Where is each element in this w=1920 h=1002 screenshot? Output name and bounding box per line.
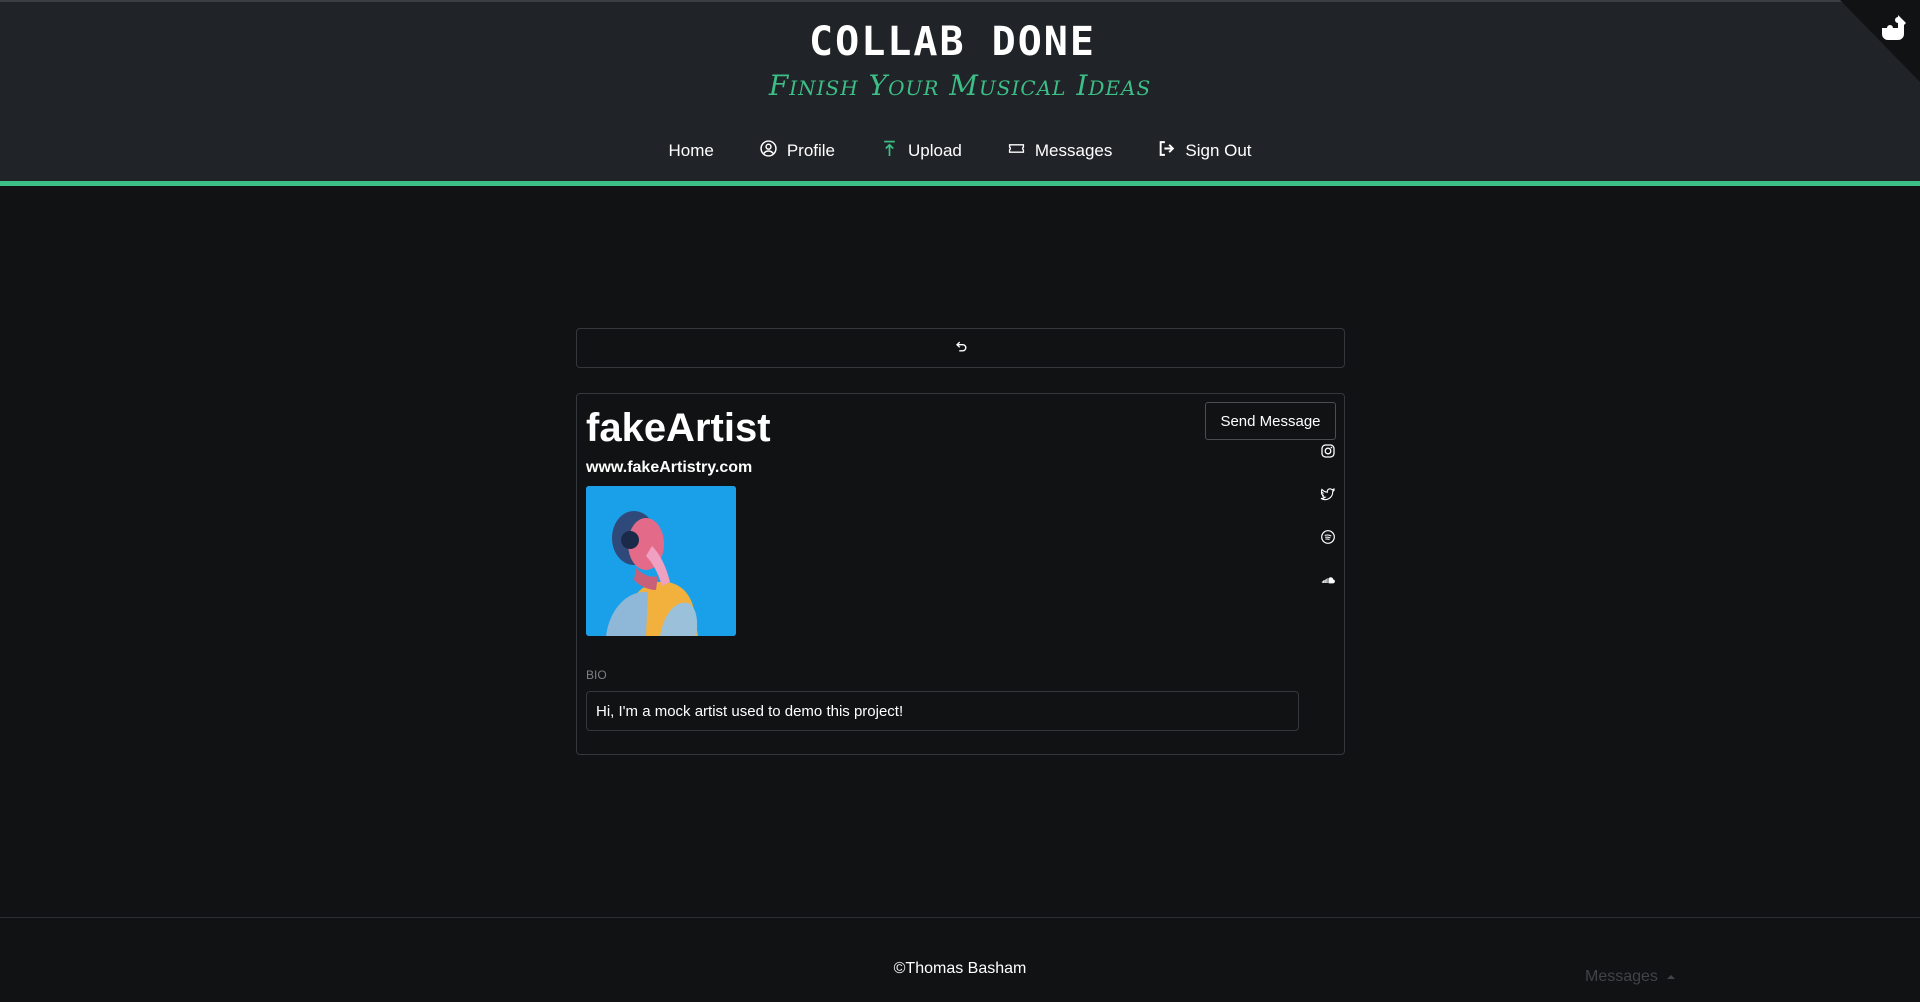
nav-messages[interactable]: Messages xyxy=(1008,140,1112,162)
bio-label: BIO xyxy=(586,668,607,682)
bio-textbox[interactable]: Hi, I'm a mock artist used to demo this … xyxy=(586,691,1299,731)
artist-website-link[interactable]: www.fakeArtistry.com xyxy=(586,459,752,477)
messages-dock-toggle[interactable]: Messages xyxy=(1585,968,1676,986)
artist-name: fakeArtist xyxy=(586,406,771,450)
corner-badge[interactable] xyxy=(1840,0,1920,82)
profile-card: fakeArtist www.fakeArtistry.com Send Mes… xyxy=(576,393,1345,755)
nav-messages-label: Messages xyxy=(1034,141,1113,160)
upload-arrow-icon xyxy=(881,140,898,162)
messages-dock-label: Messages xyxy=(1585,968,1658,985)
artist-avatar xyxy=(586,486,736,636)
nav-upload[interactable]: Upload xyxy=(881,140,962,162)
ticket-icon xyxy=(1008,140,1025,162)
nav-sign-out[interactable]: Sign Out xyxy=(1158,140,1252,162)
main-nav: Home Profile Upload Messages Sign Out xyxy=(0,140,1920,162)
site-header: COLLAB DONE Finish Your Musical Ideas Ho… xyxy=(0,0,1920,186)
soundcloud-icon[interactable] xyxy=(1320,572,1336,588)
nav-home-label: Home xyxy=(668,141,714,160)
user-circle-icon xyxy=(760,140,777,162)
instagram-icon[interactable] xyxy=(1320,443,1336,459)
caret-up-icon xyxy=(1666,968,1676,986)
reload-bar[interactable] xyxy=(576,328,1345,368)
site-tagline: Finish Your Musical Ideas xyxy=(768,69,1152,102)
puzzle-icon xyxy=(1882,15,1906,40)
nav-profile-label: Profile xyxy=(786,141,836,160)
sign-out-icon xyxy=(1158,140,1175,162)
nav-upload-label: Upload xyxy=(908,141,962,160)
twitter-icon[interactable] xyxy=(1320,486,1336,502)
site-footer: ©Thomas Basham Messages xyxy=(0,917,1920,1002)
bio-text: Hi, I'm a mock artist used to demo this … xyxy=(596,702,904,720)
nav-profile[interactable]: Profile xyxy=(760,140,835,162)
undo-icon xyxy=(954,339,968,358)
nav-sign-out-label: Sign Out xyxy=(1185,141,1252,160)
spotify-icon[interactable] xyxy=(1320,529,1336,545)
send-message-button[interactable]: Send Message xyxy=(1205,402,1336,440)
nav-home[interactable]: Home xyxy=(668,140,713,162)
site-brand[interactable]: COLLAB DONE xyxy=(0,19,1905,65)
